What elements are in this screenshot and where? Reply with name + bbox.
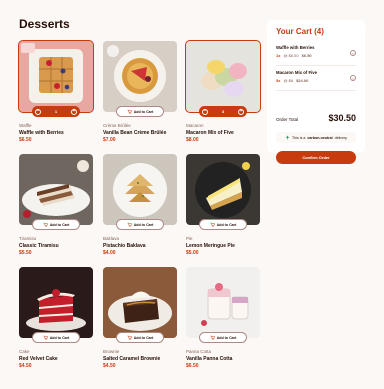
cart-item-unit-price: @ $6.50	[283, 53, 299, 58]
carbon-suffix: delivery	[334, 135, 347, 140]
add-to-cart-label: Add to Cart	[49, 222, 70, 227]
cart-icon	[43, 335, 48, 340]
product-name: Vanilla Panna Cotta	[186, 356, 233, 362]
product-image	[185, 40, 261, 113]
product-image	[103, 267, 177, 338]
product-card: Add to Cart Pie Lemon Meringue Pie $5.00	[186, 154, 260, 260]
page-title: Desserts	[19, 17, 70, 31]
cart-icon	[127, 335, 132, 340]
product-card: Add to Cart Baklava Pistachio Baklava $4.00	[103, 154, 177, 260]
add-to-cart-button[interactable]: Add to Cart	[32, 219, 80, 230]
cart-item-total: $24.00	[296, 78, 309, 83]
product-price: $7.00	[103, 137, 116, 143]
add-to-cart-label: Add to Cart	[216, 335, 237, 340]
cart-icon	[43, 222, 48, 227]
product-card: Add to Cart Panna Cotta Vanilla Panna Cott…	[186, 267, 260, 373]
tree-icon	[286, 135, 290, 140]
quantity-stepper: − 3 +	[199, 106, 247, 117]
product-category: Tiramisu	[19, 236, 37, 241]
product-name: Lemon Meringue Pie	[186, 243, 235, 249]
product-category: Crème Brûlée	[103, 123, 131, 128]
product-category: Panna Cotta	[186, 349, 212, 354]
product-image	[19, 154, 93, 225]
cart-item: Macaron Mix of Five 3x @ $8 $24.00 ×	[276, 70, 356, 90]
product-price: $5.50	[19, 250, 32, 256]
cart-item-unit-price: @ $8	[283, 78, 294, 83]
cart-item-name: Waffle with Berries	[276, 45, 315, 50]
cart-icon	[127, 109, 132, 114]
cart-item-name: Macaron Mix of Five	[276, 70, 318, 75]
add-to-cart-button[interactable]: Add to Cart	[116, 106, 164, 117]
product-image	[186, 154, 260, 225]
remove-item-icon[interactable]: ×	[350, 50, 356, 56]
product-category: Baklava	[103, 236, 120, 241]
product-category: Brownie	[103, 349, 120, 354]
cart-icon	[210, 222, 215, 227]
product-category: Macaron	[186, 123, 204, 128]
product-name: Salted Caramel Brownie	[103, 356, 161, 362]
increment-icon[interactable]: +	[237, 108, 244, 115]
add-to-cart-label: Add to Cart	[133, 109, 154, 114]
confirm-order-button[interactable]: Confirm Order	[276, 151, 356, 164]
product-category: Waffle	[19, 123, 32, 128]
carbon-bold: carbon-neutral	[307, 135, 333, 140]
add-to-cart-label: Add to Cart	[133, 335, 154, 340]
product-card: − 1 + Waffle Waffle with Berries $6.50	[18, 40, 94, 147]
add-to-cart-button[interactable]: Add to Cart	[32, 332, 80, 343]
product-price: $4.50	[103, 363, 116, 369]
product-name: Macaron Mix of Five	[186, 130, 234, 136]
cart-icon	[210, 335, 215, 340]
product-price: $6.50	[186, 363, 199, 369]
divider	[276, 65, 356, 66]
quantity-stepper: − 1 +	[32, 106, 80, 117]
cart-icon	[127, 222, 132, 227]
product-name: Red Velvet Cake	[19, 356, 58, 362]
product-image	[19, 267, 93, 338]
product-name: Waffle with Berries	[19, 130, 64, 136]
add-to-cart-button[interactable]: Add to Cart	[116, 332, 164, 343]
order-total-label: Order Total	[276, 117, 299, 122]
product-name: Pistachio Baklava	[103, 243, 146, 249]
product-card: Add to Cart Brownie Salted Caramel Brownie…	[103, 267, 177, 373]
product-card: Add to Cart Cake Red Velvet Cake $4.50	[19, 267, 93, 373]
cart-title: Your Cart (4)	[276, 27, 324, 36]
add-to-cart-label: Add to Cart	[216, 222, 237, 227]
carbon-neutral-note: This is a carbon-neutral delivery	[276, 132, 356, 143]
add-to-cart-button[interactable]: Add to Cart	[199, 219, 247, 230]
product-price: $5.00	[186, 250, 199, 256]
product-image	[103, 41, 177, 112]
product-name: Classic Tiramisu	[19, 243, 59, 249]
product-price: $4.50	[19, 363, 32, 369]
product-card: Add to Cart Crème Brûlée Vanilla Bean Crèm…	[103, 41, 177, 147]
product-category: Pie	[186, 236, 193, 241]
cart-item: Waffle with Berries 1x @ $6.50 $6.50 ×	[276, 45, 356, 65]
carbon-prefix: This is a	[292, 135, 306, 140]
add-to-cart-button[interactable]: Add to Cart	[116, 219, 164, 230]
add-to-cart-button[interactable]: Add to Cart	[199, 332, 247, 343]
product-image	[186, 267, 260, 338]
cart-item-qty: 3x	[276, 78, 281, 83]
cart-panel: Your Cart (4) Waffle with Berries 1x @ $…	[267, 20, 365, 164]
increment-icon[interactable]: +	[70, 108, 77, 115]
product-price: $6.50	[19, 137, 32, 143]
cart-item-total: $6.50	[301, 53, 312, 58]
product-price: $4.00	[103, 250, 116, 256]
remove-item-icon[interactable]: ×	[350, 75, 356, 81]
product-category: Cake	[19, 349, 30, 354]
decrement-icon[interactable]: −	[35, 108, 41, 115]
product-name: Vanilla Bean Crème Brûlée	[103, 130, 167, 136]
product-card: − 3 + Macaron Macaron Mix of Five $8.00	[185, 40, 261, 147]
order-total-value: $30.50	[328, 113, 356, 123]
product-image	[18, 40, 94, 113]
add-to-cart-label: Add to Cart	[49, 335, 70, 340]
quantity-value: 3	[221, 109, 225, 114]
product-price: $8.00	[186, 137, 199, 143]
divider	[276, 90, 356, 91]
product-image	[103, 154, 177, 225]
product-card: Add to Cart Tiramisu Classic Tiramisu $5.50	[19, 154, 93, 260]
decrement-icon[interactable]: −	[202, 108, 208, 115]
add-to-cart-label: Add to Cart	[133, 222, 154, 227]
cart-item-qty: 1x	[276, 53, 281, 58]
quantity-value: 1	[54, 109, 58, 114]
